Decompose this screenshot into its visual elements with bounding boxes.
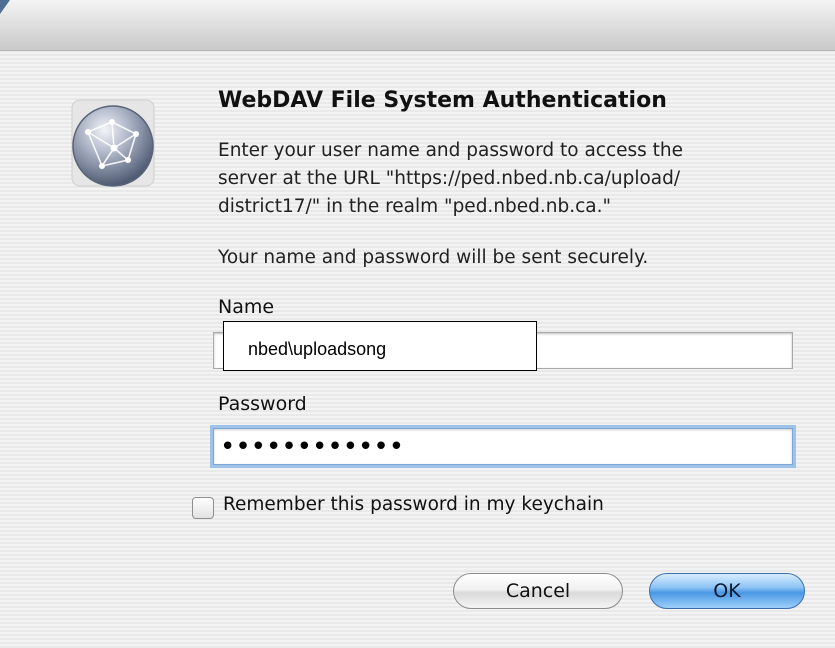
password-masked-value: ••••••••••••: [220, 432, 405, 462]
cancel-button[interactable]: Cancel: [453, 573, 623, 609]
title-bar-corner: [0, 0, 10, 14]
title-bar[interactable]: [0, 0, 835, 51]
remember-password-checkbox[interactable]: [192, 497, 214, 519]
authentication-dialog: WebDAV File System Authentication Enter …: [0, 0, 835, 648]
password-field[interactable]: ••••••••••••: [213, 428, 793, 465]
remember-password-label[interactable]: Remember this password in my keychain: [223, 494, 604, 515]
secure-note: Your name and password will be sent secu…: [218, 247, 649, 268]
dialog-message: Enter your user name and password to acc…: [218, 140, 684, 217]
ok-button-label: OK: [713, 580, 741, 602]
name-value-annotation[interactable]: nbed\uploadsong: [223, 321, 537, 371]
password-label: Password: [218, 393, 307, 415]
dialog-title: WebDAV File System Authentication: [218, 88, 667, 113]
name-label: Name: [218, 296, 275, 318]
cancel-button-label: Cancel: [505, 580, 571, 602]
ok-button[interactable]: OK: [649, 573, 805, 609]
network-globe-icon: [66, 96, 160, 192]
